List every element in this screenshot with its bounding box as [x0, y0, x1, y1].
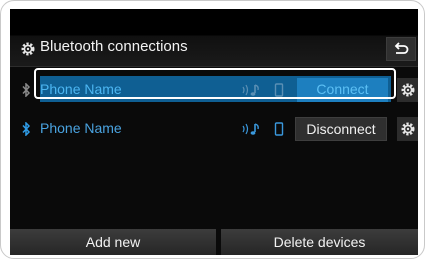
- disconnect-button[interactable]: Disconnect: [295, 117, 387, 141]
- add-new-button[interactable]: Add new: [10, 229, 216, 255]
- back-arrow-icon: [394, 42, 409, 54]
- gear-icon: [401, 122, 415, 136]
- bluetooth-icon: [22, 83, 31, 97]
- back-button[interactable]: [386, 37, 416, 61]
- gear-icon: [21, 42, 35, 56]
- display-bezel: Bluetooth connections Phone Name Connect…: [0, 0, 425, 259]
- device-settings-button[interactable]: [397, 117, 418, 141]
- phone-icon: [274, 122, 284, 136]
- bluetooth-icon: [22, 122, 31, 136]
- device-row-2[interactable]: Phone Name Disconnect: [10, 111, 418, 145]
- focus-ring: [34, 68, 396, 99]
- page-title: Bluetooth connections: [40, 38, 188, 55]
- bluetooth-screen: Bluetooth connections Phone Name Connect…: [10, 9, 418, 255]
- device-name: Phone Name: [40, 120, 122, 136]
- footer-bar: Add new Delete devices: [10, 229, 418, 255]
- device-settings-button[interactable]: [397, 78, 418, 102]
- header-divider: [10, 66, 418, 67]
- audio-streaming-icon: [242, 123, 259, 135]
- gear-icon: [401, 83, 415, 97]
- header-bar: Bluetooth connections: [10, 9, 418, 67]
- delete-devices-button[interactable]: Delete devices: [221, 229, 418, 255]
